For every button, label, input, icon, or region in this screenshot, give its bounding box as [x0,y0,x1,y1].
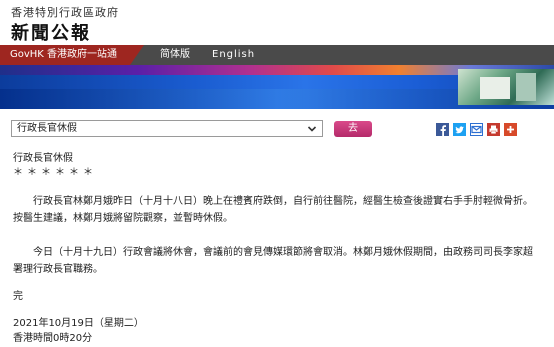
article-paragraph: 今日（十月十九日）行政會議將休會，會議前的會見傳媒環節將會取消。林鄭月娥休假期間… [13,247,533,275]
banner-building [516,73,536,101]
twitter-icon[interactable] [453,123,466,136]
plus-icon[interactable] [504,123,517,136]
government-name: 香港特別行政區政府 [11,6,119,19]
site-title[interactable]: 新聞公報 [11,19,91,45]
page-header: 香港特別行政區政府 新聞公報 [0,0,554,44]
banner-building [480,77,510,99]
nav-bar: GovHK 香港政府一站通 简体版 English [0,45,554,65]
facebook-icon[interactable] [436,123,449,136]
category-select[interactable]: 行政長官休假 [11,120,323,137]
article-title: 行政長官休假 [13,153,73,164]
print-icon[interactable] [487,123,500,136]
article-separator: ＊＊＊＊＊＊ [13,167,97,178]
email-icon[interactable] [470,123,483,136]
article-paragraph: 行政長官林鄭月娥昨日（十月十八日）晚上在禮賓府跌倒，自行前往醫院，經醫生檢查後證… [13,196,533,224]
article-end-mark: 完 [13,291,23,302]
govhk-link[interactable]: GovHK 香港政府一站通 [0,45,130,65]
chevron-down-icon [307,126,317,132]
nav-separator [130,45,144,65]
category-select-value: 行政長官休假 [17,123,77,134]
simplified-chinese-link[interactable]: 简体版 [160,45,190,65]
english-link[interactable]: English [212,45,255,65]
banner-photo [458,69,554,105]
go-button[interactable]: 去 [334,121,372,137]
header-banner [0,65,554,109]
article-date: 2021年10月19日（星期二） [13,318,144,329]
article-time: 香港時間0時20分 [13,333,93,344]
